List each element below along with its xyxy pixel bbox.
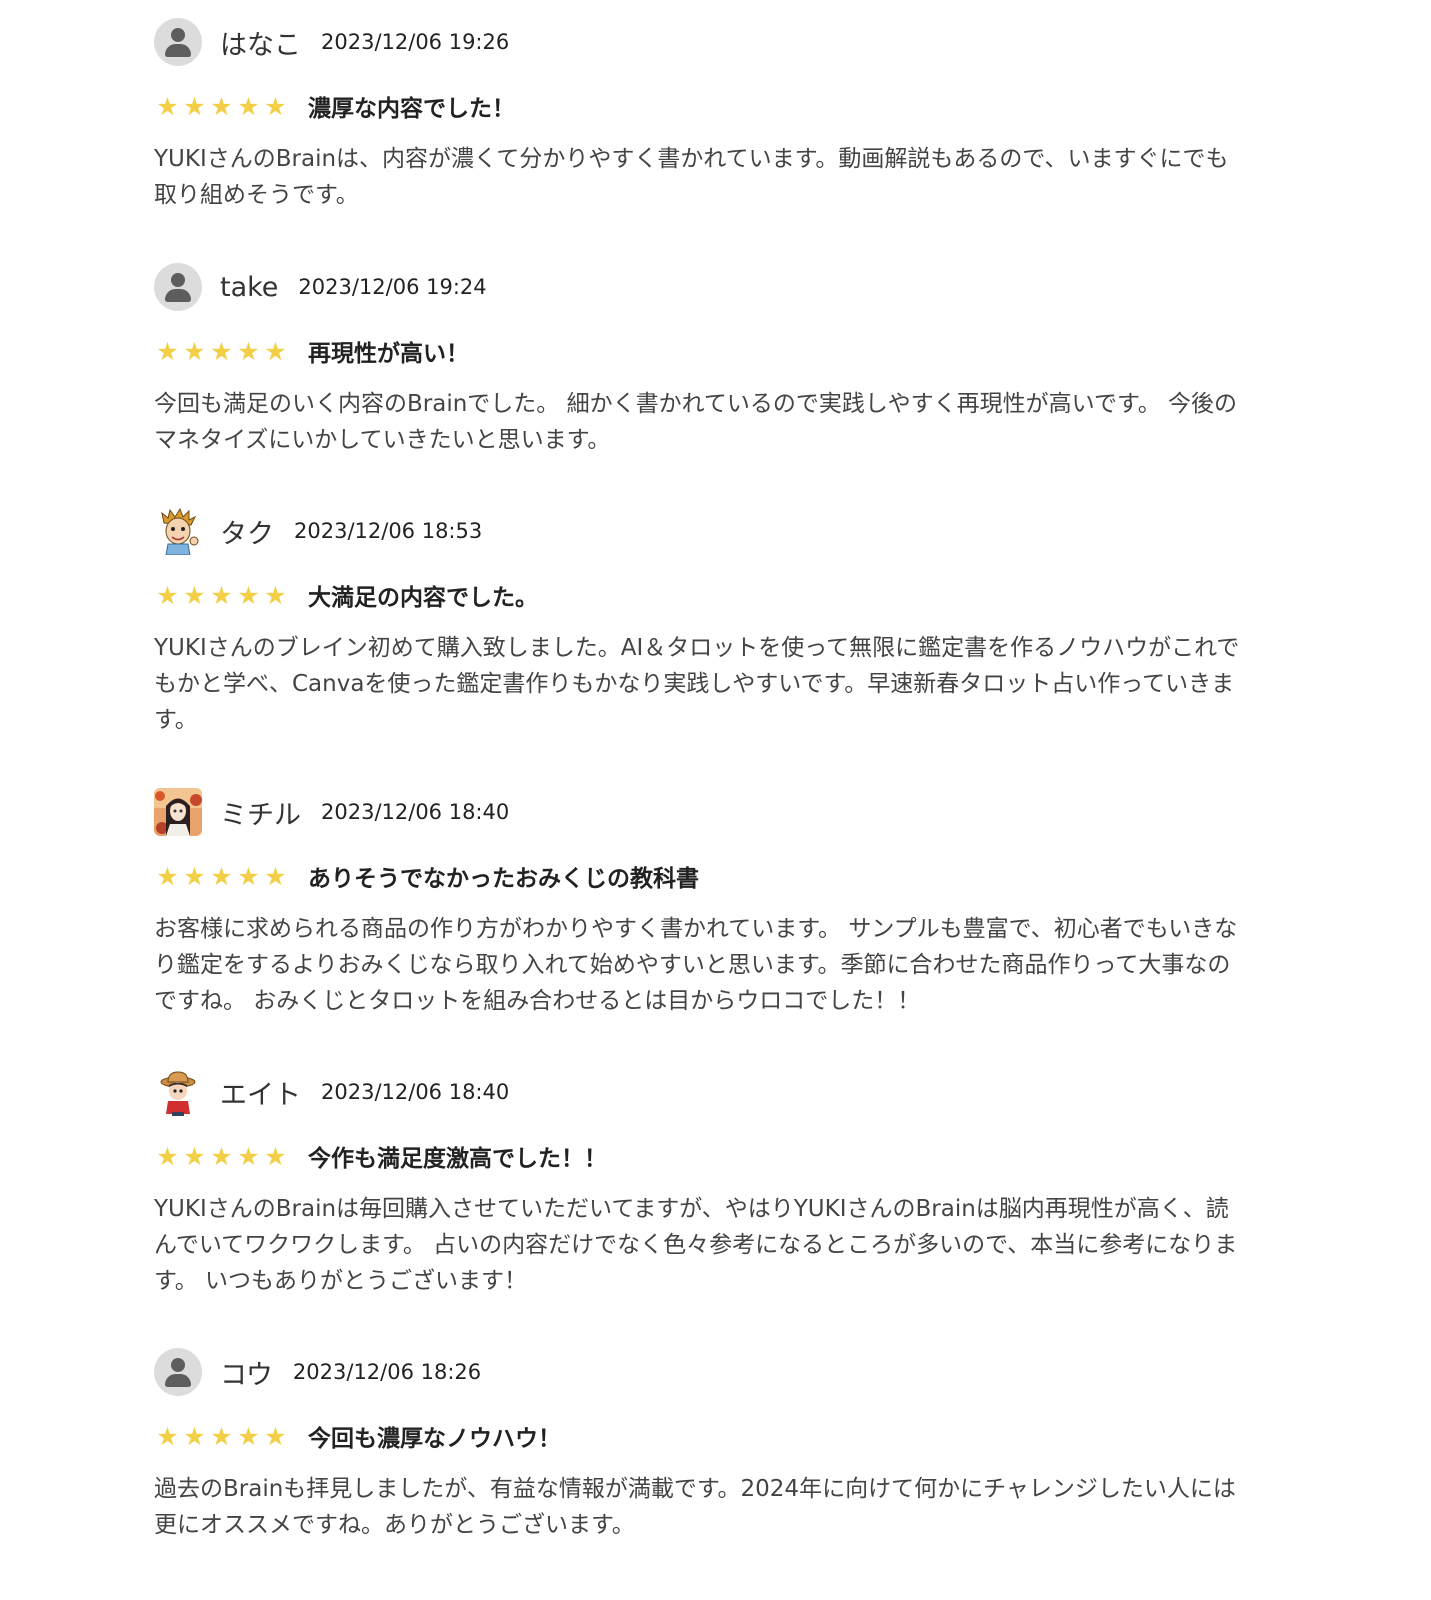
star-icon: ★: [237, 861, 260, 891]
star-icon: ★: [210, 91, 233, 121]
review-item: ミチル 2023/12/06 18:40 ★ ★ ★ ★ ★ ありそうでなかった…: [154, 788, 1244, 1019]
star-icon: ★: [156, 1141, 179, 1171]
review-body: YUKIさんのブレイン初めて購入致しました。AI＆タロットを使って無限に鑑定書を…: [154, 635, 1240, 733]
review-header: エイト 2023/12/06 18:40: [154, 1068, 1244, 1116]
review-title: 今作も満足度激高でした！！: [308, 1146, 607, 1172]
star-icon: ★: [264, 1141, 287, 1171]
star-icon: ★: [264, 1421, 287, 1451]
user-name[interactable]: タク: [220, 512, 274, 551]
star-rating: ★ ★ ★ ★ ★: [154, 1424, 290, 1449]
star-icon: ★: [183, 861, 206, 891]
star-icon: ★: [156, 861, 179, 891]
star-icon: ★: [264, 861, 287, 891]
review-date: 2023/12/06 18:40: [321, 800, 510, 824]
review-title: 大満足の内容でした。: [308, 585, 538, 611]
star-rating: ★ ★ ★ ★ ★: [154, 94, 290, 119]
star-icon: ★: [183, 1421, 206, 1451]
review-item: エイト 2023/12/06 18:40 ★ ★ ★ ★ ★ 今作も満足度激高で…: [154, 1068, 1244, 1299]
star-rating: ★ ★ ★ ★ ★: [154, 864, 290, 889]
star-icon: ★: [156, 91, 179, 121]
review-date: 2023/12/06 18:53: [294, 519, 483, 543]
review-date: 2023/12/06 19:24: [298, 275, 487, 299]
star-icon: ★: [237, 580, 260, 610]
user-name[interactable]: ミチル: [220, 793, 301, 832]
review-title-row: ★ ★ ★ ★ ★ ありそうでなかったおみくじの教科書: [154, 861, 1244, 893]
star-icon: ★: [210, 1421, 233, 1451]
review-title: 濃厚な内容でした！: [308, 96, 515, 122]
review-body: 今回も満足のいく内容のBrainでした。 細かく書かれているので実践しやすく再現…: [154, 391, 1238, 453]
review-title: ありそうでなかったおみくじの教科書: [308, 866, 699, 892]
review-date: 2023/12/06 18:40: [321, 1080, 510, 1104]
review-header: ミチル 2023/12/06 18:40: [154, 788, 1244, 836]
review-list: はなこ 2023/12/06 19:26 ★ ★ ★ ★ ★ 濃厚な内容でした！…: [0, 0, 1431, 1600]
review-body: 過去のBrainも拝見しましたが、有益な情報が満載です。2024年に向けて何かに…: [154, 1476, 1236, 1538]
star-icon: ★: [183, 336, 206, 366]
default-user-icon[interactable]: [154, 263, 202, 311]
review-title: 今回も濃厚なノウハウ！: [308, 1426, 561, 1452]
star-icon: ★: [237, 1141, 260, 1171]
review-title-row: ★ ★ ★ ★ ★ 今回も濃厚なノウハウ！: [154, 1421, 1244, 1453]
star-icon: ★: [237, 336, 260, 366]
star-icon: ★: [264, 91, 287, 121]
review-date: 2023/12/06 19:26: [321, 30, 510, 54]
review-item: コウ 2023/12/06 18:26 ★ ★ ★ ★ ★ 今回も濃厚なノウハウ…: [154, 1348, 1244, 1543]
review-item: タク 2023/12/06 18:53 ★ ★ ★ ★ ★ 大満足の内容でした。…: [154, 507, 1244, 738]
star-icon: ★: [210, 1141, 233, 1171]
review-body: YUKIさんのBrainは毎回購入させていただいてますが、やはりYUKIさんのB…: [154, 1196, 1238, 1294]
star-rating: ★ ★ ★ ★ ★: [154, 1144, 290, 1169]
review-header: タク 2023/12/06 18:53: [154, 507, 1244, 555]
review-item: take 2023/12/06 19:24 ★ ★ ★ ★ ★ 再現性が高い！ …: [154, 263, 1244, 458]
review-body: お客様に求められる商品の作り方がわかりやすく書かれています。 サンプルも豊富で、…: [154, 916, 1238, 1014]
star-icon: ★: [156, 1421, 179, 1451]
user-name[interactable]: エイト: [220, 1073, 301, 1112]
star-icon: ★: [237, 91, 260, 121]
star-icon: ★: [210, 861, 233, 891]
star-icon: ★: [183, 580, 206, 610]
review-title-row: ★ ★ ★ ★ ★ 濃厚な内容でした！: [154, 91, 1244, 123]
star-rating: ★ ★ ★ ★ ★: [154, 339, 290, 364]
user-name[interactable]: take: [220, 272, 278, 303]
review-header: take 2023/12/06 19:24: [154, 263, 1244, 311]
star-icon: ★: [264, 580, 287, 610]
user-name[interactable]: コウ: [220, 1353, 273, 1392]
star-icon: ★: [210, 580, 233, 610]
star-icon: ★: [183, 91, 206, 121]
review-header: はなこ 2023/12/06 19:26: [154, 18, 1244, 66]
default-user-icon[interactable]: [154, 1348, 202, 1396]
star-icon: ★: [156, 580, 179, 610]
star-icon: ★: [264, 336, 287, 366]
review-body: YUKIさんのBrainは、内容が濃くて分かりやすく書かれています。動画解説もあ…: [154, 146, 1229, 208]
review-title-row: ★ ★ ★ ★ ★ 大満足の内容でした。: [154, 580, 1244, 612]
star-icon: ★: [210, 336, 233, 366]
default-user-icon[interactable]: [154, 18, 202, 66]
review-item: はなこ 2023/12/06 19:26 ★ ★ ★ ★ ★ 濃厚な内容でした！…: [154, 18, 1244, 213]
cartoon-boy-hat-icon[interactable]: [154, 1068, 202, 1116]
star-rating: ★ ★ ★ ★ ★: [154, 583, 290, 608]
star-icon: ★: [156, 336, 179, 366]
star-icon: ★: [237, 1421, 260, 1451]
review-header: コウ 2023/12/06 18:26: [154, 1348, 1244, 1396]
star-icon: ★: [183, 1141, 206, 1171]
anime-girl-icon[interactable]: [154, 788, 202, 836]
review-title-row: ★ ★ ★ ★ ★ 再現性が高い！: [154, 336, 1244, 368]
cartoon-man-icon[interactable]: [154, 507, 202, 555]
review-title-row: ★ ★ ★ ★ ★ 今作も満足度激高でした！！: [154, 1141, 1244, 1173]
user-name[interactable]: はなこ: [220, 23, 301, 62]
review-title: 再現性が高い！: [308, 341, 469, 367]
review-date: 2023/12/06 18:26: [292, 1360, 482, 1384]
